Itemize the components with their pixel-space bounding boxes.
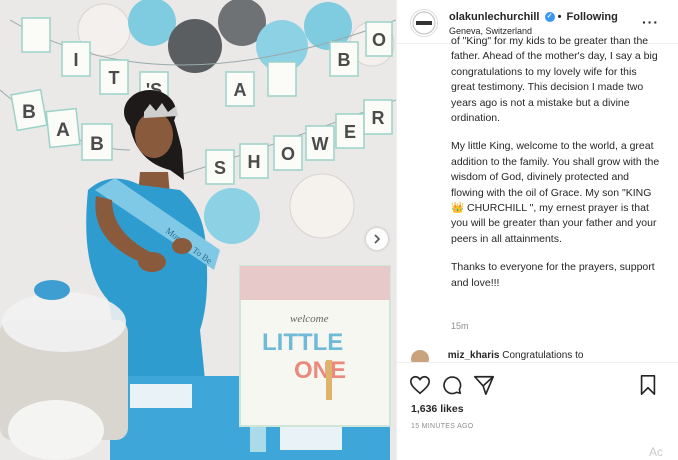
bag-text-small: welcome: [290, 313, 329, 325]
banner-letter-b2: B: [22, 102, 36, 123]
actions-bar: 1,636 likes 15 MINUTES AGO Ac: [397, 362, 678, 460]
banner-letter-i: I: [73, 50, 78, 70]
avatar[interactable]: [410, 9, 438, 37]
baby-shower-photo: I T 'S A B O B A B S H O W E R To Be wel…: [0, 0, 396, 460]
banner-letter-a2: A: [56, 120, 70, 141]
heart-icon[interactable]: [409, 374, 431, 396]
banner-letter-s2: S: [214, 158, 226, 178]
header-user-line: olakunlechurchill ✓ • Following: [449, 11, 618, 23]
comment-icon[interactable]: [441, 374, 463, 396]
more-horizontal-icon[interactable]: ···: [642, 14, 659, 30]
separator-dot: •: [557, 11, 562, 23]
username[interactable]: olakunlechurchill: [449, 11, 539, 23]
caption-timestamp: 15m: [451, 321, 469, 331]
banner-letter-h: H: [248, 152, 261, 172]
banner-letter-o2: O: [281, 144, 295, 164]
comment-avatar[interactable]: [411, 350, 429, 362]
chevron-right-icon: [374, 234, 381, 244]
post-sidebar: olakunlechurchill ✓ • Following Geneva, …: [396, 0, 678, 460]
comment-item: miz_kharis Congratulations to: [411, 350, 671, 362]
comment-username[interactable]: miz_kharis: [448, 350, 500, 361]
following-button[interactable]: Following: [567, 11, 618, 23]
bag-text-line1: LITTLE: [262, 329, 343, 356]
banner-letter-b: B: [338, 50, 351, 70]
banner-letter-a: A: [234, 80, 247, 100]
gift-bag: welcome LITTLE ONE: [239, 265, 391, 427]
post-photo[interactable]: I T 'S A B O B A B S H O W E R To Be wel…: [0, 0, 396, 460]
profile-logo-icon: [412, 11, 436, 35]
likes-count[interactable]: 1,636 likes: [411, 403, 464, 415]
banner-letter-b3: B: [90, 134, 104, 155]
bag-text-line2: ONE: [294, 357, 346, 384]
banner-letter-t: T: [109, 68, 120, 88]
caption-paragraph-1: of "King" for my kids to be greater than…: [451, 35, 658, 125]
banner-letter-e: E: [344, 122, 356, 142]
caption-paragraph-3: Thanks to everyone for the prayers, supp…: [451, 261, 655, 289]
caption: of "King" for my kids to be greater than…: [451, 35, 661, 304]
send-icon[interactable]: [473, 374, 495, 396]
comment-text: Congratulations to: [502, 350, 584, 361]
instagram-post: I T 'S A B O B A B S H O W E R To Be wel…: [0, 0, 678, 460]
banner-letter-o: O: [372, 30, 386, 50]
bookmark-icon[interactable]: [637, 374, 659, 396]
banner-letter-r: R: [372, 108, 385, 128]
overlay-text: Ac: [648, 445, 663, 459]
caption-paragraph-2: My little King, welcome to the world, a …: [451, 140, 660, 245]
posted-time: 15 MINUTES AGO: [411, 423, 474, 430]
banner-letter-w: W: [312, 134, 329, 154]
verified-badge-icon: ✓: [544, 12, 555, 23]
next-photo-button[interactable]: [366, 228, 388, 250]
